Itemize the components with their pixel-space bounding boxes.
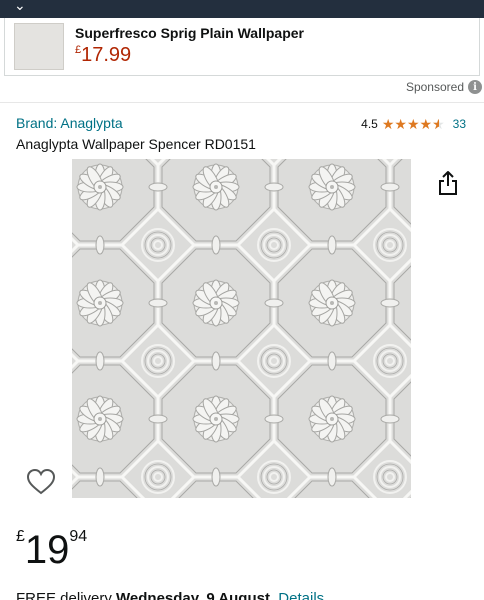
- delivery-details-link[interactable]: Details: [278, 590, 324, 600]
- wallpaper-pattern: [72, 159, 411, 498]
- chevron-down-icon[interactable]: ⌄: [14, 0, 26, 12]
- ad-product-price: £17.99: [75, 44, 131, 67]
- star-icon: ★: [381, 116, 395, 132]
- half-star-icon: ★: [432, 117, 445, 131]
- delivery-info: FREE delivery Wednesday, 9 August. Detai…: [16, 590, 324, 600]
- delivery-prefix: FREE delivery: [16, 590, 112, 600]
- heart-icon[interactable]: [26, 468, 56, 496]
- star-icon: ★: [406, 116, 420, 132]
- share-icon[interactable]: [436, 170, 460, 196]
- ad-price-amount: 17.99: [81, 44, 132, 66]
- sponsored-label[interactable]: Sponsored i: [406, 80, 482, 94]
- ad-product-thumbnail[interactable]: [14, 23, 64, 70]
- price-fraction: 94: [69, 528, 88, 545]
- rating-score: 4.5: [361, 117, 378, 131]
- top-navigation-bar: ⌄: [0, 0, 484, 18]
- ad-product-title[interactable]: Superfresco Sprig Plain Wallpaper: [75, 25, 304, 41]
- rating-stars: ★ ★ ★ ★ ★: [382, 117, 445, 131]
- product-title: Anaglypta Wallpaper Spencer RD0151: [16, 136, 256, 152]
- delivery-date: Wednesday, 9 August: [116, 590, 270, 600]
- product-rating[interactable]: 4.5 ★ ★ ★ ★ ★ 33: [361, 117, 466, 131]
- brand-link[interactable]: Brand: Anaglypta: [16, 115, 123, 131]
- sponsored-text: Sponsored: [405, 80, 464, 94]
- sponsored-ad-card[interactable]: Superfresco Sprig Plain Wallpaper £17.99: [4, 18, 480, 76]
- price-whole: 19: [24, 528, 70, 572]
- star-icon: ★: [419, 116, 433, 132]
- product-price: £1994: [16, 528, 87, 570]
- section-divider: [0, 102, 484, 103]
- rating-count-link[interactable]: 33: [453, 117, 466, 131]
- price-currency: £: [16, 528, 25, 545]
- product-image[interactable]: [72, 159, 411, 498]
- star-icon: ★: [394, 116, 407, 132]
- info-icon[interactable]: i: [468, 80, 482, 94]
